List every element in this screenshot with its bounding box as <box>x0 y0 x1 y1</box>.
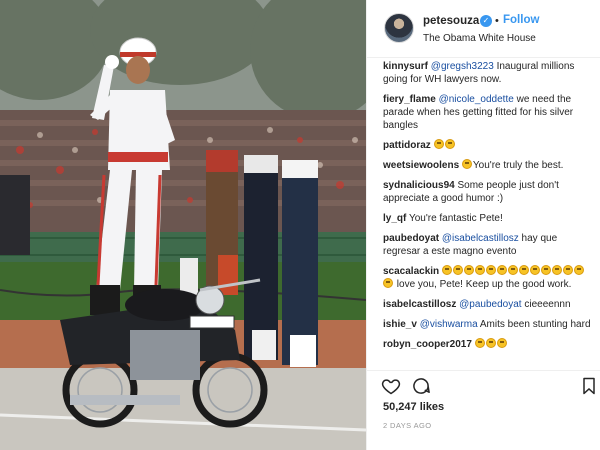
comment-username[interactable]: weetsiewoolens <box>383 160 459 171</box>
comment-mention[interactable]: @isabelcastillosz <box>442 233 519 244</box>
verified-badge-icon: ✓ <box>480 15 492 27</box>
comment-item: fiery_flame @nicole_oddette we need the … <box>383 93 593 132</box>
laughing-emoji-icon <box>452 265 463 275</box>
comment-username[interactable]: fiery_flame <box>383 94 436 105</box>
laughing-emoji-icon <box>496 265 507 275</box>
comment-item: weetsiewoolens You're truly the best. <box>383 159 593 172</box>
comment-username[interactable]: sydnalicious94 <box>383 180 455 191</box>
comment-item: paubedoyat @isabelcastillosz hay que reg… <box>383 232 593 258</box>
laughing-emoji-icon <box>474 265 485 275</box>
comment-mention[interactable]: @gregsh3223 <box>431 61 494 72</box>
laughing-emoji-icon <box>529 265 540 275</box>
comment-text: Amits been stunting hard <box>479 319 591 330</box>
bookmark-icon[interactable] <box>579 376 599 396</box>
laughing-emoji-icon <box>463 265 474 275</box>
laughing-emoji-icon <box>485 338 496 348</box>
comment-item: pattidoraz <box>383 139 593 152</box>
laughing-emoji-icon <box>518 265 529 275</box>
post-side-panel: petesouza ✓ • Follow The Obama White Hou… <box>366 0 600 450</box>
action-bar <box>367 370 600 398</box>
post-timestamp[interactable]: 2 DAYS AGO <box>383 421 431 430</box>
laughing-emoji-icon <box>562 265 573 275</box>
comment-text: cieeeennn <box>524 299 571 310</box>
laughing-emoji-icon <box>441 265 452 275</box>
comment-username[interactable]: robyn_cooper2017 <box>383 339 472 350</box>
comment-mention[interactable]: @paubedoyat <box>459 299 521 310</box>
comment-username[interactable]: scacalackin <box>383 266 439 277</box>
comment-username[interactable]: isabelcastillosz <box>383 299 456 310</box>
comment-username[interactable]: kinnysurf <box>383 61 428 72</box>
post-photo[interactable] <box>0 0 366 450</box>
comment-icon[interactable] <box>411 376 431 396</box>
likes-count[interactable]: 50,247 likes <box>383 401 444 413</box>
laughing-emoji-icon <box>540 265 551 275</box>
laughing-emoji-icon <box>485 265 496 275</box>
comment-text: You're truly the best. <box>472 160 564 171</box>
location-link[interactable]: The Obama White House <box>423 33 536 44</box>
laughing-emoji-icon <box>507 265 518 275</box>
comment-item: sydnalicious94 Some people just don't ap… <box>383 179 593 205</box>
comment-username[interactable]: ly_qf <box>383 213 406 224</box>
comment-username[interactable]: ishie_v <box>383 319 417 330</box>
parade-photo-image <box>0 0 366 450</box>
laughing-emoji-icon <box>433 139 444 149</box>
comment-item: ly_qf You're fantastic Pete! <box>383 212 593 225</box>
heart-icon[interactable] <box>381 376 401 396</box>
comment-mention[interactable]: @nicole_oddette <box>439 94 514 105</box>
laughing-emoji-icon <box>474 338 485 348</box>
comment-username[interactable]: paubedoyat <box>383 233 439 244</box>
comments-list[interactable]: kinnysurf @gregsh3223 Inaugural millions… <box>367 58 600 370</box>
avatar[interactable] <box>384 13 414 43</box>
username-link[interactable]: petesouza <box>423 15 479 27</box>
separator-dot: • <box>495 15 499 27</box>
comment-item: isabelcastillosz @paubedoyat cieeeennn <box>383 298 593 311</box>
laughing-emoji-icon <box>461 159 472 169</box>
laughing-emoji-icon <box>573 265 584 275</box>
post-header: petesouza ✓ • Follow The Obama White Hou… <box>367 0 600 58</box>
laughing-emoji-icon <box>551 265 562 275</box>
comment-item: kinnysurf @gregsh3223 Inaugural millions… <box>383 60 593 86</box>
comment-text: You're fantastic Pete! <box>408 213 503 224</box>
comment-mention[interactable]: @vishwarma <box>420 319 478 330</box>
comment-item: robyn_cooper2017 <box>383 338 593 351</box>
follow-button[interactable]: Follow <box>503 14 539 26</box>
comment-item: ishie_v @vishwarma Amits been stunting h… <box>383 318 593 331</box>
laughing-emoji-icon <box>383 278 393 288</box>
comment-username[interactable]: pattidoraz <box>383 140 431 151</box>
comment-text: love you, Pete! Keep up the good work. <box>396 279 572 290</box>
laughing-emoji-icon <box>496 338 507 348</box>
laughing-emoji-icon <box>444 139 455 149</box>
comment-item: scacalackin love you, Pete! Keep up the … <box>383 265 593 291</box>
